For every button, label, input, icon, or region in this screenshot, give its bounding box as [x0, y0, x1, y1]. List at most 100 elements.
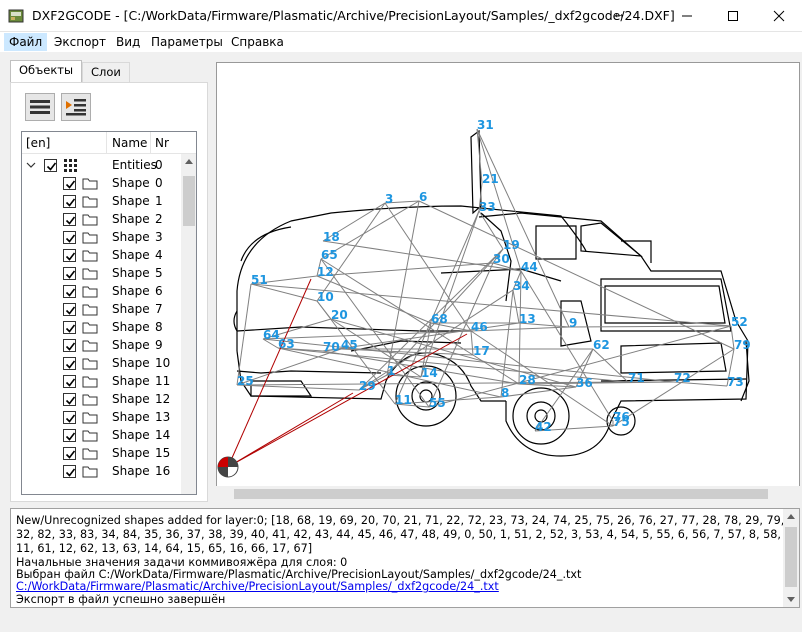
tree-view-button[interactable] [61, 93, 91, 121]
shape-checkbox[interactable] [63, 267, 76, 280]
header-nr[interactable]: Nr [155, 136, 169, 150]
tree-row-shape[interactable]: Shape 5 [22, 264, 182, 282]
tree-scrollbar[interactable] [181, 154, 196, 494]
rapid-move [227, 392, 354, 468]
maximize-button[interactable] [710, 0, 756, 32]
shape-number-label: 73 [727, 375, 744, 389]
menu-export[interactable]: Экспорт [54, 35, 106, 49]
shape-name: Shape [112, 266, 150, 280]
tab-objects[interactable]: Объекты [10, 60, 83, 83]
drawing-canvas[interactable]: 31 21 33 19 30 44 34 13 9 52 79 73 72 71 62 42 75 76 3 6 18 6… [216, 62, 800, 502]
tab-content: [en] Name Nr Entities 0 Shape 0 Shape 1 … [10, 82, 208, 502]
message-log[interactable]: . New/Unrecognized shapes added for laye… [10, 508, 800, 608]
header-enabled[interactable]: [en] [26, 136, 50, 150]
shape-nr: 9 [155, 338, 163, 352]
route-segment [612, 348, 735, 427]
shape-number-label: 21 [482, 172, 499, 186]
menu-settings[interactable]: Параметры [151, 35, 223, 49]
tree-row-shape[interactable]: Shape 10 [22, 354, 182, 372]
shape-nr: 4 [155, 248, 163, 262]
shape-number-label: 3 [385, 192, 393, 206]
shape-nr: 13 [155, 410, 171, 424]
shape-nr: 1 [155, 194, 163, 208]
tree-row-shape[interactable]: Shape 12 [22, 390, 182, 408]
shape-checkbox[interactable] [63, 321, 76, 334]
tree-row-shape[interactable]: Shape 3 [22, 228, 182, 246]
menu-help[interactable]: Справка [231, 35, 284, 49]
tree-row-shape[interactable]: Shape 1 [22, 192, 182, 210]
tree-row-shape[interactable]: Shape 13 [22, 408, 182, 426]
tree-row-shape[interactable]: Shape 11 [22, 372, 182, 390]
folder-icon [82, 268, 98, 280]
shape-checkbox[interactable] [63, 213, 76, 226]
route-segment [534, 348, 594, 432]
folder-icon [82, 448, 98, 460]
tree-row-shape[interactable]: Shape 0 [22, 174, 182, 192]
shape-number-label: 31 [477, 118, 494, 132]
tree-row-shape[interactable]: Shape 14 [22, 426, 182, 444]
shape-nr: 12 [155, 392, 171, 406]
shape-checkbox[interactable] [63, 303, 76, 316]
shape-number-label: 45 [341, 338, 358, 352]
header-name[interactable]: Name [112, 136, 147, 150]
folder-icon [82, 358, 98, 370]
shape-checkbox[interactable] [63, 285, 76, 298]
shape-number-label: 11 [395, 393, 412, 407]
list-view-button[interactable] [25, 93, 55, 121]
menu-file[interactable]: Файл [4, 33, 48, 51]
collapse-chevron-icon[interactable] [26, 160, 36, 170]
shape-checkbox[interactable] [63, 465, 76, 478]
shape-name: Shape [112, 176, 150, 190]
shape-checkbox[interactable] [63, 249, 76, 262]
close-button[interactable] [756, 0, 802, 32]
shape-name: Shape [112, 284, 150, 298]
tree-row-shape[interactable]: Shape 9 [22, 336, 182, 354]
shape-number-label: 13 [519, 312, 536, 326]
tree-row-shape[interactable]: Shape 7 [22, 300, 182, 318]
log-scrollbar[interactable] [783, 509, 799, 607]
tree-row-entities[interactable]: Entities 0 [22, 156, 182, 174]
log-file-link[interactable]: C:/WorkData/Firmware/Plasmatic/Archive/P… [16, 580, 499, 593]
minimize-button[interactable] [664, 0, 710, 32]
shape-checkbox[interactable] [63, 447, 76, 460]
tree-row-shape[interactable]: Shape 6 [22, 282, 182, 300]
shape-number-label: 29 [359, 379, 376, 393]
shapes-tree[interactable]: [en] Name Nr Entities 0 Shape 0 Shape 1 … [21, 131, 197, 495]
shape-checkbox[interactable] [63, 231, 76, 244]
folder-icon [82, 304, 98, 316]
scroll-down-icon [787, 597, 795, 602]
shape-checkbox[interactable] [63, 357, 76, 370]
log-line: New/Unrecognized shapes added for layer:… [16, 514, 800, 527]
tree-row-shape[interactable]: Shape 15 [22, 444, 182, 462]
shape-number-label: 79 [734, 338, 751, 352]
dxf-drawing[interactable]: 3121331930443413 9 52797372716242 75763 6186… [217, 63, 799, 487]
shape-number-label: 10 [317, 290, 334, 304]
canvas-hscroll-thumb[interactable] [234, 489, 768, 499]
shape-checkbox[interactable] [63, 375, 76, 388]
shape-checkbox[interactable] [63, 195, 76, 208]
shape-nr: 11 [155, 374, 171, 388]
shape-checkbox[interactable] [63, 177, 76, 190]
tree-scroll-thumb[interactable] [183, 176, 195, 226]
log-scroll-thumb[interactable] [785, 527, 797, 587]
shape-checkbox[interactable] [63, 339, 76, 352]
shape-number-label: 8 [501, 386, 509, 400]
shape-checkbox[interactable] [63, 393, 76, 406]
tree-row-shape[interactable]: Shape 4 [22, 246, 182, 264]
shape-checkbox[interactable] [63, 411, 76, 424]
shape-checkbox[interactable] [63, 429, 76, 442]
canvas-hscrollbar[interactable] [216, 486, 800, 502]
shape-number-label: 71 [628, 371, 645, 385]
tab-layers[interactable]: Слои [82, 62, 130, 82]
tree-row-shape[interactable]: Shape 2 [22, 210, 182, 228]
folder-icon [82, 340, 98, 352]
tree-row-shape[interactable]: Shape 8 [22, 318, 182, 336]
shape-nr: 7 [155, 302, 163, 316]
entities-checkbox[interactable] [44, 159, 57, 172]
tree-row-shape[interactable]: Shape 16 [22, 462, 182, 480]
folder-icon [82, 412, 98, 424]
shape-name: Shape [112, 410, 150, 424]
menu-view[interactable]: Вид [116, 35, 140, 49]
shape-number-label: 70 [323, 340, 340, 354]
shape-name: Shape [112, 392, 150, 406]
